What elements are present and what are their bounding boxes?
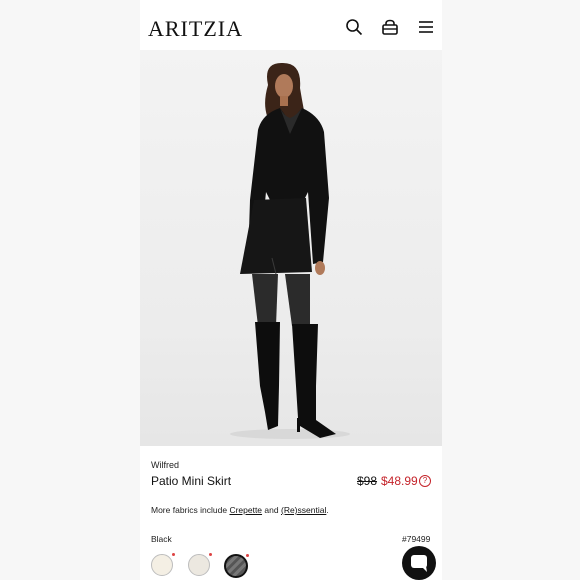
sale-price: $48.99: [381, 474, 418, 488]
swatch-indicator: [172, 553, 175, 556]
original-price: $98: [357, 474, 378, 488]
product-name: Patio Mini Skirt: [151, 474, 232, 488]
chat-bubble-icon: [411, 555, 427, 572]
color-swatch-ivory[interactable]: [188, 553, 212, 576]
color-swatch-black-selected[interactable]: [224, 554, 249, 578]
menu-icon[interactable]: [417, 18, 435, 36]
product-sku: #79499: [402, 534, 431, 544]
fabrics-prefix: More fabrics include: [151, 505, 228, 515]
color-swatch-cream[interactable]: [151, 553, 175, 576]
product-brand[interactable]: Wilfred: [151, 460, 179, 470]
chat-button[interactable]: [402, 546, 436, 580]
product-info: Wilfred Patio Mini Skirt $98 $48.99 ? Mo…: [140, 446, 442, 580]
model-illustration: [230, 62, 350, 439]
fabrics-note: More fabrics include Crepette and (Re)ss…: [151, 505, 329, 515]
fabric-link-crepette[interactable]: Crepette: [229, 505, 262, 515]
page-background-left: [0, 0, 140, 580]
selected-color-label: Black: [151, 534, 172, 544]
fabrics-suffix: .: [326, 505, 329, 515]
site-header: ARITZIA: [140, 0, 442, 50]
swatch-indicator: [209, 553, 212, 556]
brand-logo[interactable]: ARITZIA: [148, 16, 243, 42]
price-help-icon[interactable]: ?: [419, 475, 431, 487]
product-photo[interactable]: [140, 50, 442, 446]
fabric-link-ressential[interactable]: (Re)ssential: [281, 505, 326, 515]
fabrics-and: and: [264, 505, 279, 515]
search-icon[interactable]: [345, 18, 363, 36]
bag-icon[interactable]: [381, 18, 399, 36]
swatch-indicator: [246, 554, 249, 557]
mobile-page: ARITZIA Wilfred Patio Mini Skirt $98 $48…: [140, 0, 442, 580]
page-background-right: [442, 0, 580, 580]
